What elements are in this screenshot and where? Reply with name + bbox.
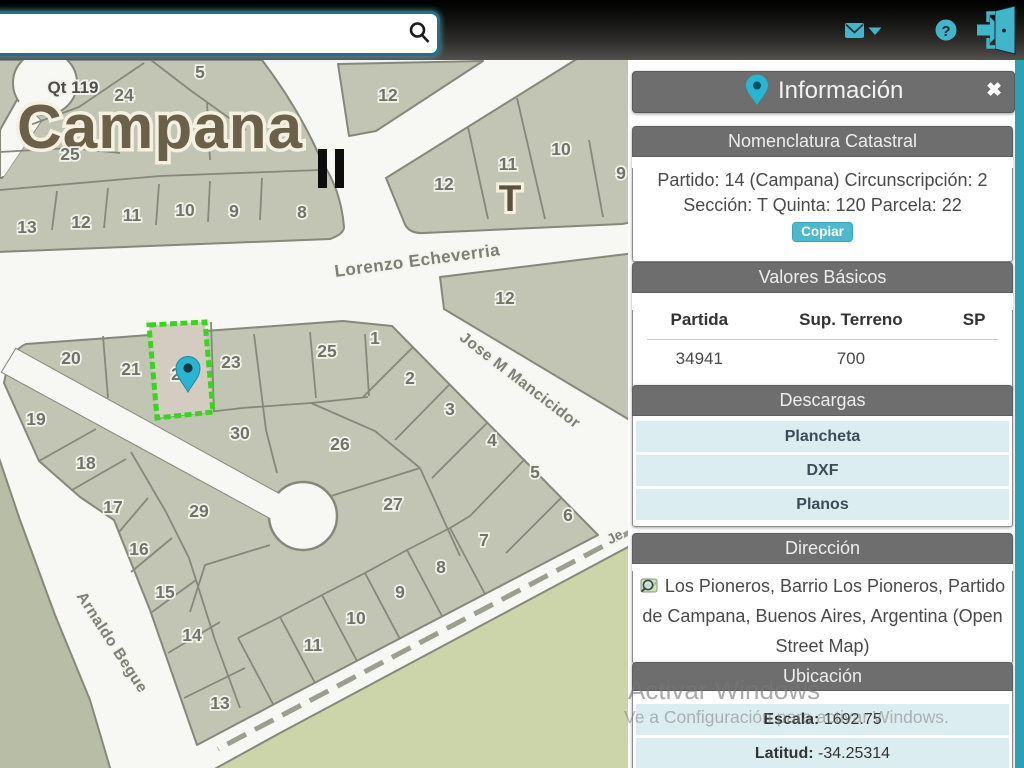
svg-text:26: 26 [330,434,350,454]
svg-text:23: 23 [221,352,241,372]
svg-text:16: 16 [129,539,149,559]
svg-text:12: 12 [378,85,398,105]
svg-text:2: 2 [405,368,415,388]
svg-text:Qt 119: Qt 119 [47,78,98,97]
svg-text:11: 11 [499,154,518,174]
svg-text:11: 11 [304,635,323,655]
svg-text:21: 21 [121,359,141,379]
svg-text:15: 15 [155,582,175,602]
svg-text:29: 29 [189,501,209,521]
svg-text:12: 12 [71,212,91,232]
svg-text:10: 10 [175,200,195,220]
svg-text:14: 14 [182,625,202,645]
svg-text:13: 13 [17,217,37,237]
svg-text:1: 1 [370,328,380,348]
svg-text:4: 4 [487,430,497,450]
svg-text:T: T [499,178,522,219]
svg-text:12: 12 [495,288,515,308]
svg-text:13: 13 [210,693,230,713]
svg-text:18: 18 [76,453,96,473]
svg-text:25: 25 [60,144,80,164]
svg-text:8: 8 [297,202,307,222]
svg-text:30: 30 [230,423,250,443]
svg-text:6: 6 [563,505,573,525]
svg-text:11: 11 [123,205,142,225]
svg-text:27: 27 [383,494,402,514]
svg-text:3: 3 [445,399,455,419]
svg-text:24: 24 [114,85,134,105]
svg-text:8: 8 [436,557,446,577]
svg-text:5: 5 [530,462,540,482]
svg-text:19: 19 [26,409,46,429]
svg-text:5: 5 [195,62,205,82]
svg-text:9: 9 [616,163,626,183]
svg-text:7: 7 [479,530,489,550]
svg-text:?: ? [941,23,950,40]
svg-text:9: 9 [395,582,405,602]
svg-text:10: 10 [551,139,571,159]
svg-text:9: 9 [229,201,239,221]
svg-text:20: 20 [61,348,81,368]
svg-text:17: 17 [103,497,122,517]
svg-text:25: 25 [317,341,337,361]
svg-text:12: 12 [434,174,454,194]
svg-text:10: 10 [346,608,366,628]
